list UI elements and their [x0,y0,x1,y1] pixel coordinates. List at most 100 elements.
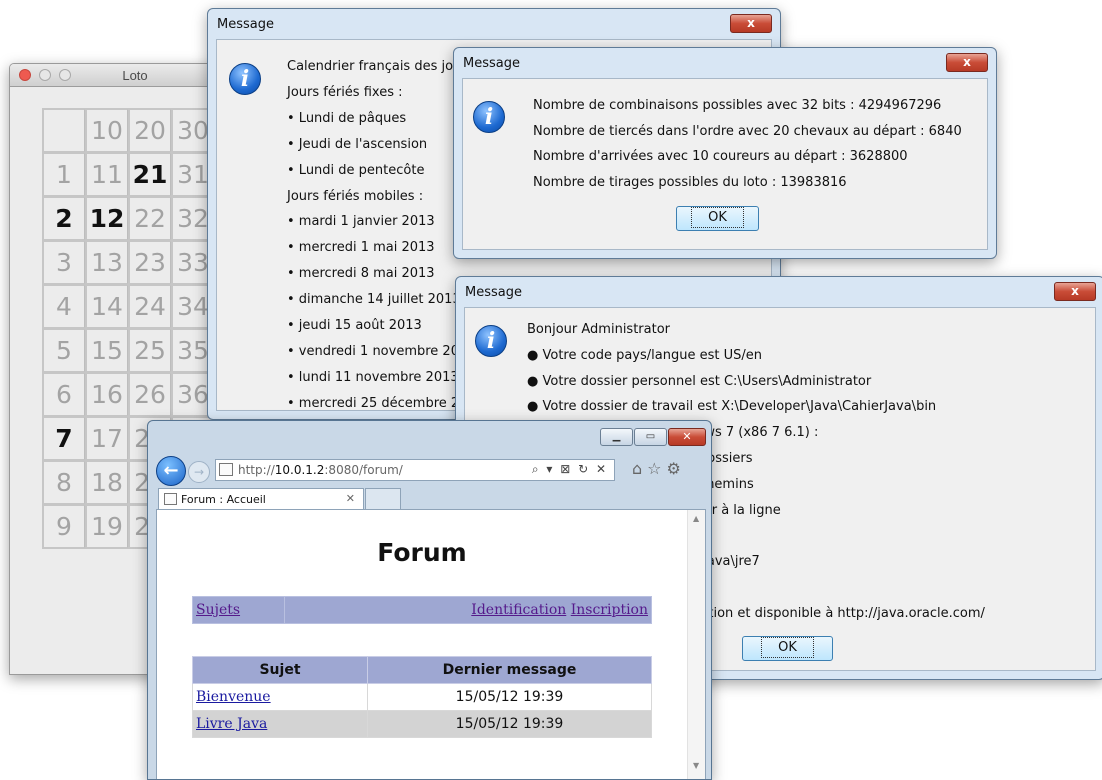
address-controls[interactable]: ⌕ ▾ ⊠ ↻ ✕ [532,462,608,477]
message-line: • vendredi 1 novembre 2013 [287,343,476,359]
link-identification[interactable]: Identification [471,602,566,618]
page-favicon-icon [219,463,233,476]
message-line: Jours fériés fixes : [287,84,403,100]
ok-label: OK [761,637,814,658]
loto-cell[interactable]: 17 [85,416,129,461]
loto-cell[interactable]: 6 [42,372,86,417]
loto-cell[interactable]: 10 [85,108,129,153]
loto-cell[interactable]: 16 [85,372,129,417]
info-icon: i [473,101,505,133]
back-button[interactable]: ← [156,456,186,486]
forward-button[interactable]: → [188,461,210,483]
loto-cell[interactable]: 14 [85,284,129,329]
tab-favicon-icon [164,493,177,505]
loto-cell[interactable]: 24 [128,284,172,329]
tab-close-icon[interactable]: ✕ [346,492,355,505]
link-sujets[interactable]: Sujets [196,602,240,618]
loto-cell[interactable]: 1 [42,152,86,197]
message-line: ● Votre dossier de travail est X:\Develo… [527,399,937,415]
toolbar-icons[interactable]: ⌂☆⚙ [632,459,686,478]
address-url: http://10.0.1.2:8080/forum/ [238,463,403,477]
message-line: Jours fériés mobiles : [287,188,424,204]
info-icon: i [229,63,261,95]
loto-cell[interactable]: 20 [128,108,172,153]
message-line: • mardi 1 janvier 2013 [287,214,435,230]
message-line: Nombre de tirages possibles du loto : 13… [533,174,847,190]
dialog-title: Message [217,17,274,32]
scroll-down-icon[interactable]: ▼ [693,761,699,770]
loto-cell[interactable]: 2 [42,196,86,241]
message-line: • lundi 11 novembre 2013 [287,369,459,385]
loto-cell[interactable] [42,108,86,153]
message-line: Nombre de tiercés dans l'ordre avec 20 c… [533,123,962,139]
loto-cell[interactable]: 22 [128,196,172,241]
column-header-dernier-message: Dernier message [367,656,652,684]
loto-cell[interactable]: 8 [42,460,86,505]
loto-cell[interactable]: 19 [85,504,129,549]
combinations-dialog: Message x i Nombre de combinaisons possi… [453,47,997,259]
loto-titlebar: Loto [10,64,220,87]
table-row: Bienvenue 15/05/12 19:39 [192,683,652,711]
star-icon[interactable]: ☆ [647,459,666,478]
loto-cell[interactable]: 4 [42,284,86,329]
loto-cell[interactable]: 15 [85,328,129,373]
loto-cell[interactable]: 26 [128,372,172,417]
page-title: Forum [377,538,467,567]
dialog-title: Message [463,56,520,71]
loto-cell[interactable]: 3 [42,240,86,285]
browser-window: ▁ ▭ ✕ ← → http://10.0.1.2:8080/forum/ ⌕ … [147,420,712,780]
ok-label: OK [691,207,744,228]
loto-cell[interactable]: 7 [42,416,86,461]
loto-cell[interactable]: 9 [42,504,86,549]
column-header-sujet: Sujet [192,656,368,684]
new-tab-button[interactable] [365,488,401,510]
dialog-body: i Nombre de combinaisons possibles avec … [462,78,988,250]
loto-cell[interactable]: 12 [85,196,129,241]
scroll-up-icon[interactable]: ▲ [693,514,699,523]
minimize-button[interactable]: ▁ [600,428,633,446]
dialog-titlebar: Message x [454,48,996,78]
link-inscription[interactable]: Inscription [571,602,648,618]
message-line: Nombre de combinaisons possibles avec 32… [533,98,942,113]
table-row: Livre Java 15/05/12 19:39 [192,710,652,738]
message-line: Nombre d'arrivées avec 10 coureurs au dé… [533,149,908,165]
loto-cell[interactable]: 18 [85,460,129,505]
close-button[interactable]: x [1054,282,1096,301]
page-content: Forum Sujets Identification Inscription … [156,509,706,779]
loto-title: Loto [122,68,148,83]
close-button[interactable]: x [730,14,772,33]
loto-cell[interactable]: 21 [128,152,172,197]
loto-cell[interactable]: 25 [128,328,172,373]
loto-cell[interactable]: 23 [128,240,172,285]
message-line: ● Votre code pays/langue est US/en [527,347,762,363]
last-message-date: 15/05/12 19:39 [367,710,652,738]
message-line: • Jeudi de l'ascension [287,136,428,152]
close-button[interactable]: x [946,53,988,72]
vertical-scrollbar[interactable]: ▲ ▼ [687,510,705,779]
message-line: • Lundi de pâques [287,110,407,126]
message-line: Bonjour Administrator [527,322,671,337]
message-line: • jeudi 15 août 2013 [287,318,422,333]
close-button[interactable]: ✕ [668,428,706,446]
tab-forum[interactable]: Forum : Accueil ✕ [158,488,364,510]
loto-cell[interactable]: 13 [85,240,129,285]
loto-cell[interactable]: 5 [42,328,86,373]
tab-label: Forum : Accueil [181,493,266,506]
dialog-title: Message [465,285,522,300]
ok-button[interactable]: OK [676,206,759,231]
message-line: • mercredi 1 mai 2013 [287,240,435,256]
loto-cell[interactable]: 11 [85,152,129,197]
message-line: ● Votre dossier personnel est C:\Users\A… [527,373,872,389]
forum-nav: Sujets Identification Inscription [192,596,652,624]
topic-link[interactable]: Bienvenue [196,689,271,705]
info-icon: i [475,325,507,357]
gear-icon[interactable]: ⚙ [667,459,686,478]
dialog-titlebar: Message x [456,277,1102,307]
home-icon[interactable]: ⌂ [632,459,647,478]
ok-button[interactable]: OK [742,636,833,661]
message-line: • Lundi de pentecôte [287,162,425,178]
topic-link[interactable]: Livre Java [196,716,267,732]
dialog-titlebar: Message x [208,9,780,39]
address-bar[interactable]: http://10.0.1.2:8080/forum/ ⌕ ▾ ⊠ ↻ ✕ [215,459,615,481]
maximize-button[interactable]: ▭ [634,428,667,446]
